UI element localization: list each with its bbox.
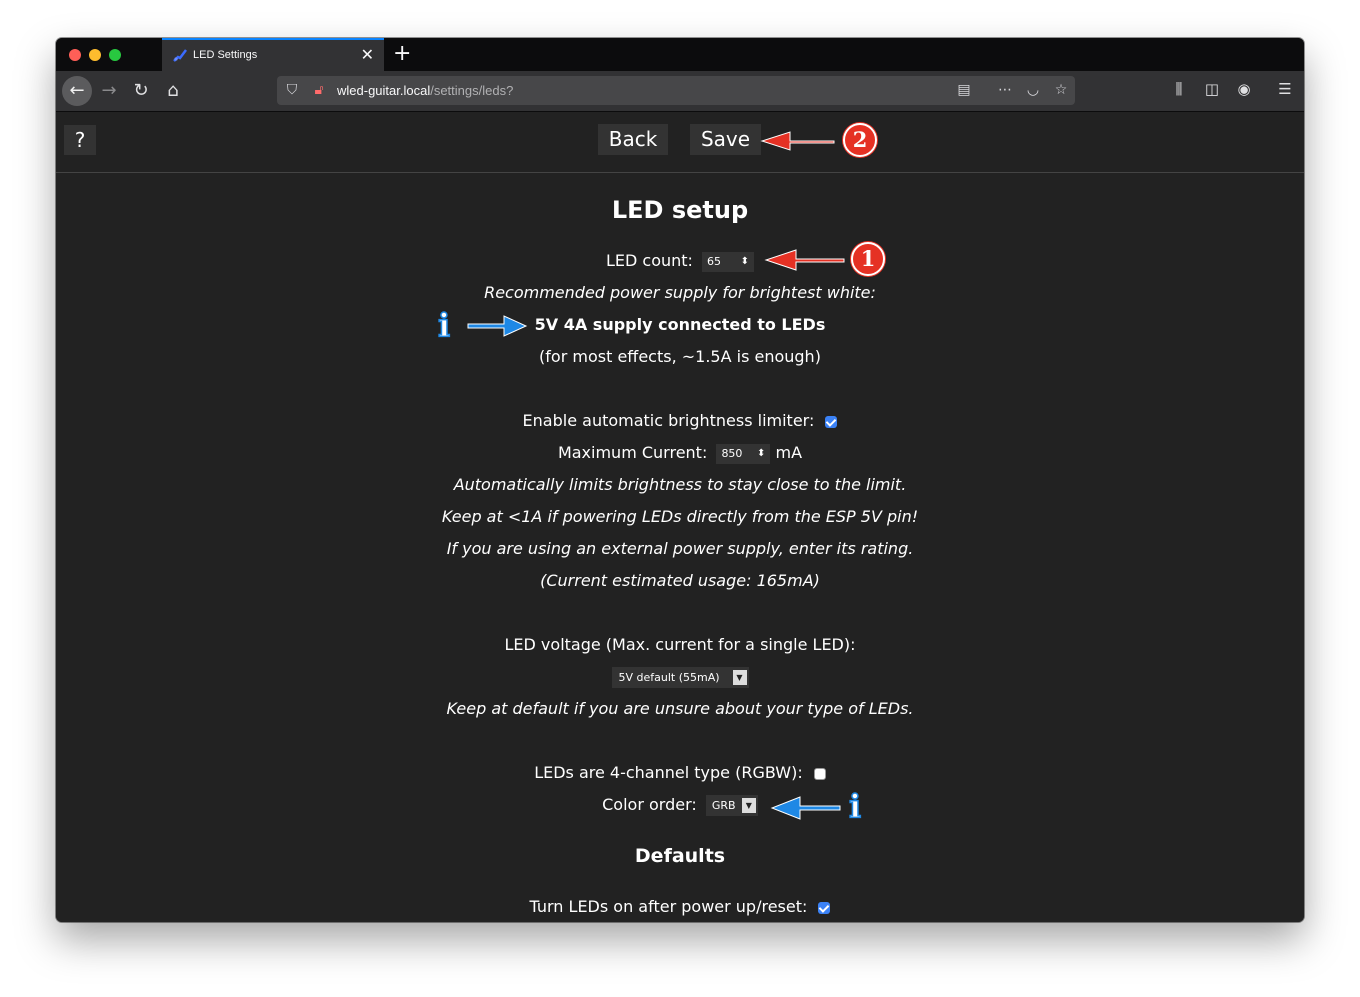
tab-led-settings[interactable]: LED Settings ✕ [162,38,384,71]
insecure-lock-icon[interactable]: 🔓︎ [309,80,329,100]
chevron-down-icon: ▼ [741,798,756,813]
rgbw-row: LEDs are 4-channel type (RGBW): [56,763,1304,782]
led-count-input[interactable]: 65 ⬍ [702,251,755,272]
blue-arrow-to-supply-icon [467,315,528,337]
minimize-window-button[interactable] [89,49,101,61]
browser-window: LED Settings ✕ + ← → ↻ ⌂ ⛉ 🔓︎ wled-guita… [56,38,1304,922]
voltage-select-row: 5V default (55mA) ▼ [56,667,1304,688]
abl-label: Enable automatic brightness limiter: [522,411,815,430]
defaults-heading: Defaults [634,845,726,867]
account-icon[interactable]: ◉ [1233,80,1255,98]
badge-2: 2 [843,123,877,157]
color-order-select[interactable]: GRB ▼ [705,795,758,816]
supply-note: (for most effects, ~1.5A is enough) [539,347,821,366]
settings-top-nav: ? Back Save [56,112,1304,173]
home-icon[interactable]: ⌂ [158,76,188,106]
chevron-down-icon: ▼ [732,670,747,685]
rgbw-checkbox[interactable] [813,767,826,780]
abl-row: Enable automatic brightness limiter: [56,411,1304,430]
abl-checkbox[interactable] [825,415,838,428]
color-order-row: Color order: GRB ▼ [56,795,1304,816]
led-count-label: LED count: [605,251,693,270]
close-window-button[interactable] [69,49,81,61]
navigation-bar: ← → ↻ ⌂ ⛉ 🔓︎ wled-guitar.local/settings/… [56,71,1304,112]
wled-favicon-icon [173,49,187,62]
page-content: ? Back Save LED setup LED count: 65 ⬍ Rec… [56,112,1304,922]
supply-value: 5V 4A supply connected to LEDs [534,315,826,334]
red-arrow-to-save-icon [760,131,835,151]
zoom-window-button[interactable] [109,49,121,61]
voltage-select[interactable]: 5V default (55mA) ▼ [611,667,749,688]
turn-on-label: Turn LEDs on after power up/reset: [529,897,808,916]
blue-arrow-to-color-order-icon [770,796,841,820]
red-arrow-to-led-count-icon [764,249,845,271]
voltage-label: LED voltage (Max. current for a single L… [504,635,856,654]
max-current-unit: mA [775,443,803,462]
abl-note-3: If you are using an external power suppl… [446,539,914,558]
max-current-label: Maximum Current: [557,443,708,462]
abl-note-2: Keep at <1A if powering LEDs directly fr… [441,507,919,526]
color-order-label: Color order: [602,795,697,814]
rgbw-label: LEDs are 4-channel type (RGBW): [534,763,803,782]
info-icon: i [437,306,451,344]
voltage-note: Keep at default if you are unsure about … [446,699,914,718]
bookmark-star-icon[interactable]: ☆ [1051,80,1071,100]
info-icon: i [848,787,862,825]
back-arrow-icon[interactable]: ← [62,76,92,106]
sidebar-icon[interactable]: ◫ [1201,80,1223,98]
new-tab-icon[interactable]: + [393,41,411,66]
url-bar[interactable]: ⛉ 🔓︎ wled-guitar.local/settings/leds? ▤ … [277,76,1075,105]
save-button[interactable]: Save [690,124,761,155]
abl-note-4: (Current estimated usage: 165mA) [540,571,820,590]
max-current-row: Maximum Current: 850 ⬍ mA [56,443,1304,464]
page-title: LED setup [611,196,749,224]
forward-arrow-icon[interactable]: → [94,76,124,106]
pocket-icon[interactable]: ◡ [1023,80,1043,100]
tab-title: LED Settings [193,49,258,61]
help-button[interactable]: ? [64,125,96,155]
badge-1: 1 [851,242,885,276]
turn-on-row: Turn LEDs on after power up/reset: [56,897,1304,916]
library-icon[interactable]: ⫼ [1168,80,1190,98]
abl-note-1: Automatically limits brightness to stay … [453,475,907,494]
rec-supply-label: Recommended power supply for brightest w… [484,283,876,302]
tab-bar: LED Settings ✕ + [56,38,1304,71]
url-text[interactable]: wled-guitar.local/settings/leds? [337,83,513,98]
menu-icon[interactable]: ☰ [1274,80,1296,98]
close-tab-icon[interactable]: ✕ [361,45,374,64]
reader-view-icon[interactable]: ▤ [954,80,974,100]
reload-icon[interactable]: ↻ [126,76,156,106]
led-count-row: LED count: 65 ⬍ [56,251,1304,272]
max-current-input[interactable]: 850 ⬍ [716,443,771,464]
shield-icon[interactable]: ⛉ [282,80,302,100]
turn-on-checkbox[interactable] [818,901,831,914]
back-button[interactable]: Back [598,124,668,155]
page-actions-icon[interactable]: ⋯ [995,80,1015,100]
